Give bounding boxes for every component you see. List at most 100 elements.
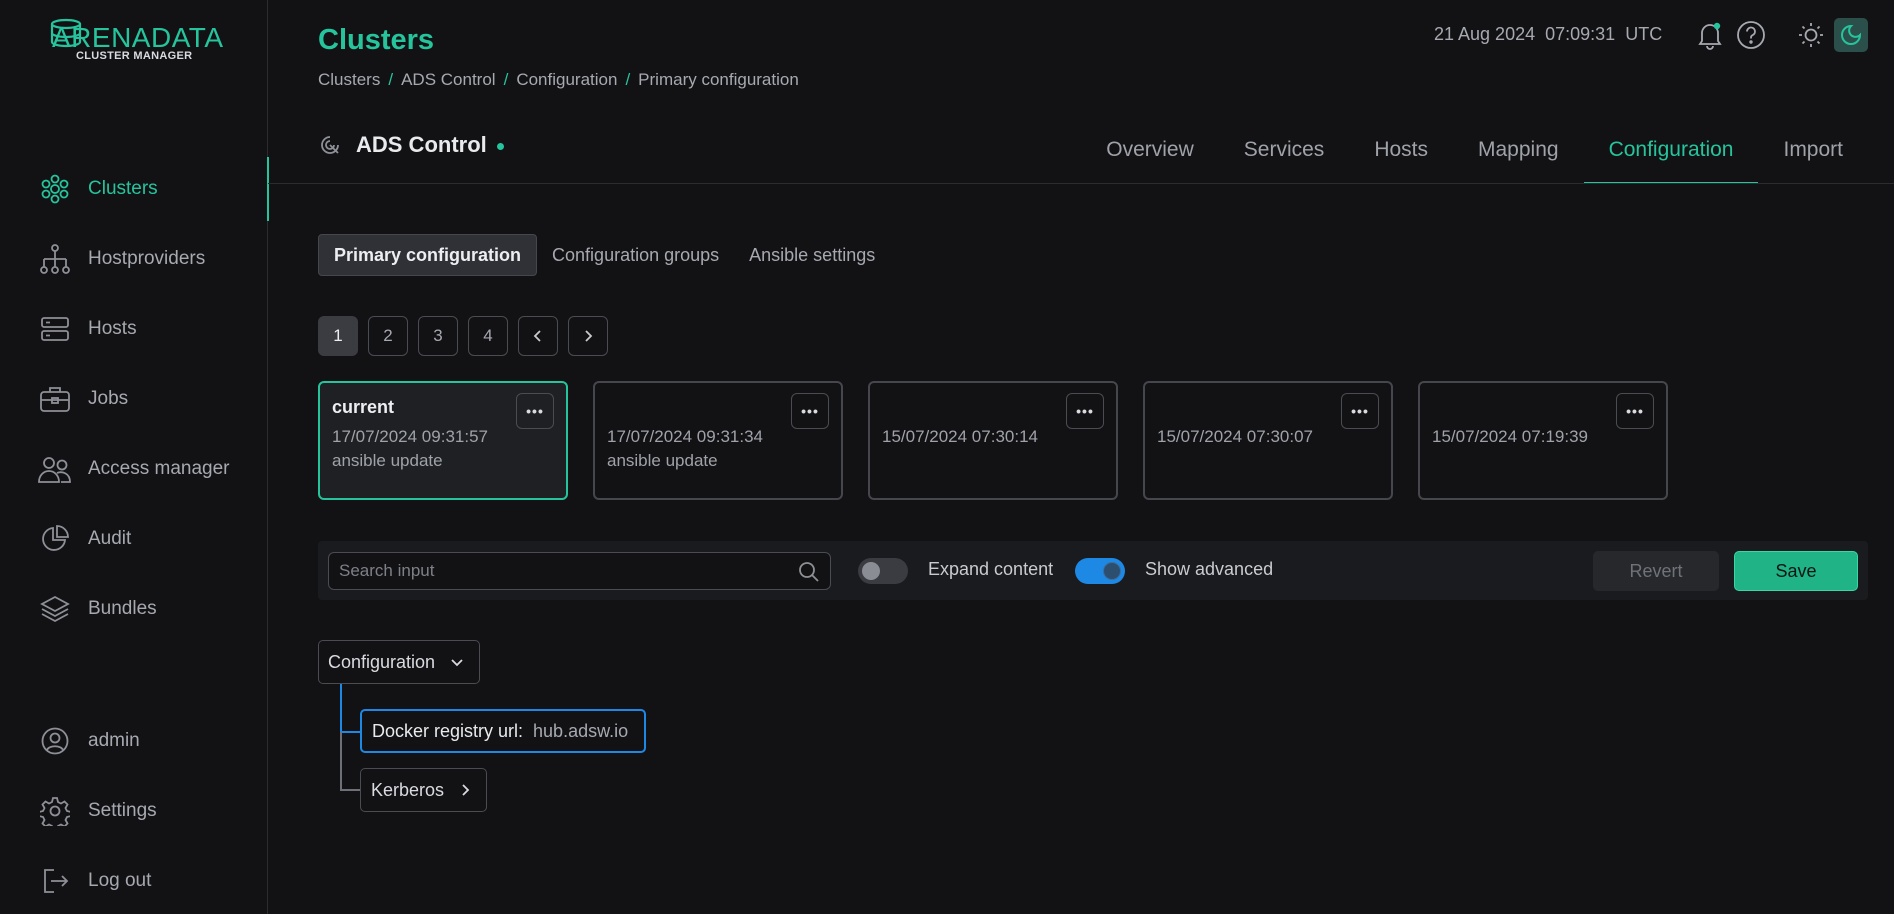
notifications-button[interactable] [1693, 18, 1727, 52]
card-date: 17/07/2024 09:31:34 [607, 427, 763, 446]
cluster-status-icon [321, 136, 339, 154]
date: 21 Aug 2024 [1434, 24, 1536, 44]
app-logo[interactable]: ARENADATA CLUSTER MANAGER [48, 16, 223, 64]
user-icon [38, 724, 72, 758]
sidebar-item-admin[interactable]: admin [0, 713, 268, 769]
page-button-2[interactable]: 2 [368, 316, 408, 356]
card-description: ansible update [332, 451, 443, 470]
dark-theme-button[interactable] [1834, 18, 1868, 52]
more-icon: ••• [1626, 403, 1644, 419]
access-manager-icon [38, 452, 72, 486]
config-group-kerberos[interactable]: Kerberos [360, 768, 488, 812]
more-icon: ••• [1351, 403, 1369, 419]
card-menu-button[interactable]: ••• [1616, 393, 1654, 429]
light-theme-button[interactable] [1794, 18, 1828, 52]
sidebar-item-label: admin [88, 730, 140, 751]
sidebar-item-label: Log out [88, 870, 152, 891]
group-label: Kerberos [371, 779, 445, 800]
sidebar-item-label: Hostproviders [88, 248, 206, 269]
subtab-primary-configuration[interactable]: Primary configuration [318, 234, 538, 276]
config-version-card[interactable]: 17/07/2024 09:31:34 ansible update ••• [593, 381, 843, 500]
logo-subtitle: CLUSTER MANAGER [76, 50, 193, 62]
field-value: hub.adsw.io [533, 720, 629, 741]
tree-connector [340, 732, 342, 790]
config-version-card[interactable]: current 17/07/2024 09:31:57 ansible upda… [318, 381, 568, 500]
tab-mapping[interactable]: Mapping [1453, 124, 1584, 184]
tab-configuration[interactable]: Configuration [1583, 124, 1759, 184]
breadcrumb-configuration[interactable]: Configuration [516, 70, 617, 90]
timezone: UTC [1625, 24, 1663, 44]
tree-root-label: Configuration [328, 651, 436, 672]
sidebar-item-label: Bundles [88, 598, 157, 619]
show-advanced-toggle[interactable] [1075, 558, 1125, 584]
toggle-knob [862, 562, 880, 580]
config-tree-root[interactable]: Configuration [318, 640, 481, 684]
help-button[interactable] [1734, 18, 1768, 52]
card-menu-button[interactable]: ••• [1341, 393, 1379, 429]
breadcrumb-current: Primary configuration [638, 70, 799, 89]
tab-services[interactable]: Services [1219, 124, 1350, 184]
sidebar-item-label: Access manager [88, 458, 230, 479]
subtab-ansible-settings[interactable]: Ansible settings [734, 234, 890, 276]
config-field-docker-registry[interactable]: Docker registry url: hub.adsw.io [360, 709, 647, 753]
revert-button[interactable]: Revert [1593, 551, 1719, 591]
tab-hosts[interactable]: Hosts [1349, 124, 1453, 184]
card-date: 15/07/2024 07:30:07 [1157, 427, 1313, 446]
card-date: 15/07/2024 07:30:14 [882, 427, 1038, 446]
subtab-configuration-groups[interactable]: Configuration groups [537, 234, 734, 276]
sidebar-item-label: Hosts [88, 318, 137, 339]
save-button[interactable]: Save [1734, 551, 1858, 591]
cluster-header: ADS Control [318, 132, 504, 158]
next-page-button[interactable] [568, 316, 608, 356]
breadcrumb-cluster[interactable]: ADS Control [401, 70, 495, 90]
sidebar-item-hosts[interactable]: Hosts [0, 301, 268, 357]
bundles-icon [38, 592, 72, 626]
page-button-4[interactable]: 4 [468, 316, 508, 356]
sidebar-item-hostproviders[interactable]: Hostproviders [0, 231, 268, 287]
sidebar-item-label: Clusters [88, 178, 158, 199]
sidebar-item-access-manager[interactable]: Access manager [0, 441, 268, 497]
sidebar-item-label: Audit [88, 528, 132, 549]
page-button-1[interactable]: 1 [318, 316, 358, 356]
prev-page-button[interactable] [518, 316, 558, 356]
page-button-3[interactable]: 3 [418, 316, 458, 356]
tabs-divider [268, 183, 1894, 184]
chevron-left-icon [533, 330, 541, 342]
breadcrumb-clusters[interactable]: Clusters [318, 70, 380, 90]
logout-icon [38, 864, 72, 898]
pagination: 1 2 3 4 [318, 316, 608, 356]
expand-content-toggle[interactable] [858, 558, 908, 584]
card-menu-button[interactable]: ••• [1066, 393, 1104, 429]
sun-icon [1799, 23, 1823, 47]
help-icon [1737, 21, 1765, 49]
sidebar-item-bundles[interactable]: Bundles [0, 581, 268, 637]
sidebar-item-label: Settings [88, 800, 157, 821]
tab-import[interactable]: Import [1758, 124, 1868, 184]
card-menu-button[interactable]: ••• [516, 393, 554, 429]
config-version-card[interactable]: 15/07/2024 07:30:07 ••• [1143, 381, 1393, 500]
search-input[interactable] [328, 552, 831, 590]
jobs-icon [38, 382, 72, 416]
config-version-card[interactable]: 15/07/2024 07:19:39 ••• [1418, 381, 1668, 500]
chevron-right-icon [585, 330, 593, 342]
sidebar-item-audit[interactable]: Audit [0, 511, 268, 567]
sidebar-item-settings[interactable]: Settings [0, 783, 268, 839]
card-menu-button[interactable]: ••• [791, 393, 829, 429]
audit-icon [38, 522, 72, 556]
tab-overview[interactable]: Overview [1081, 124, 1219, 184]
sidebar-item-jobs[interactable]: Jobs [0, 371, 268, 427]
breadcrumb-separator: / [625, 70, 631, 89]
breadcrumb-separator: / [388, 70, 394, 89]
cluster-tabs: Overview Services Hosts Mapping Configur… [1081, 124, 1868, 184]
config-version-card[interactable]: 15/07/2024 07:30:14 ••• [868, 381, 1118, 500]
chevron-right-icon [462, 784, 470, 796]
more-icon: ••• [526, 403, 544, 419]
field-label: Docker registry url: [372, 720, 524, 741]
sidebar-item-clusters[interactable]: Clusters [0, 157, 269, 221]
clusters-icon [38, 172, 72, 206]
sidebar-item-label: Jobs [88, 388, 129, 409]
breadcrumb: Clusters / ADS Control / Configuration /… [318, 70, 799, 90]
tree-connector [340, 731, 360, 733]
card-description: ansible update [607, 451, 718, 470]
sidebar-item-logout[interactable]: Log out [0, 853, 268, 909]
